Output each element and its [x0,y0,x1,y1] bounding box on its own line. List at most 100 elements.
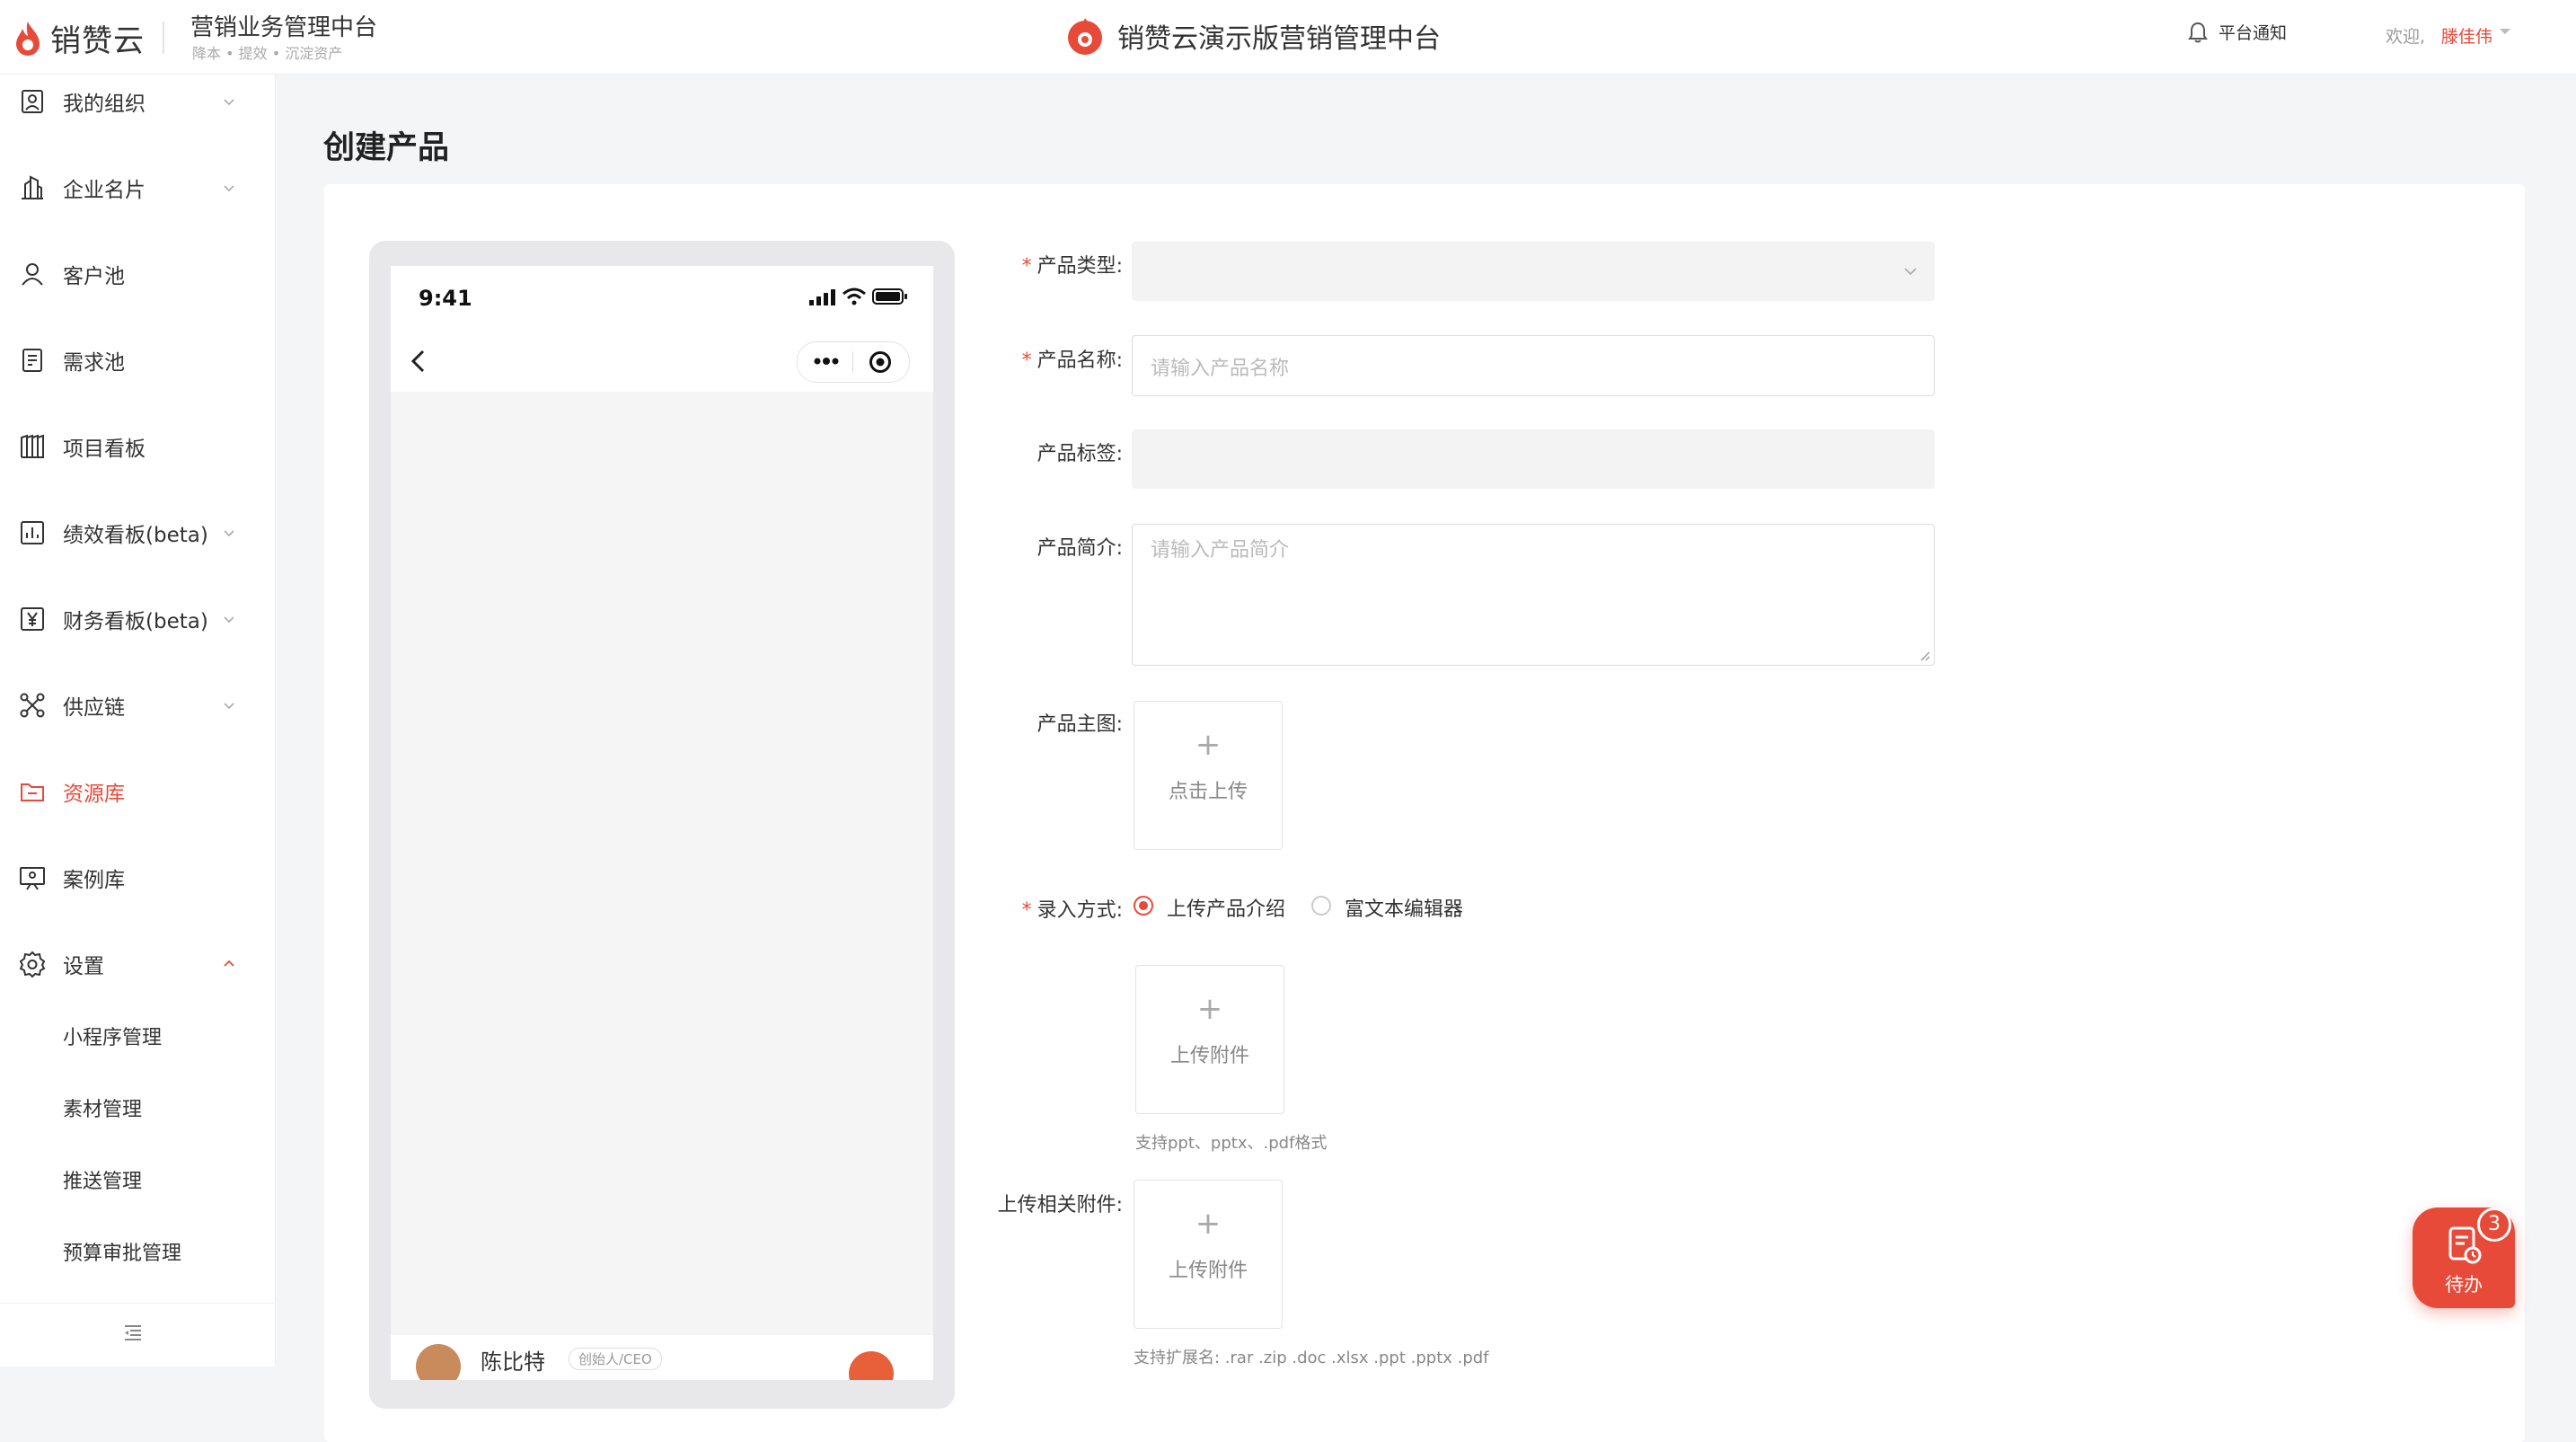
sidebar-item-label: 案例库 [63,869,125,892]
sidebar-item-resource-library[interactable]: 资源库 [0,765,275,818]
logo-flame-icon [16,21,40,56]
share-button[interactable] [849,1351,894,1380]
logo-text: 销赞云 [50,23,145,59]
sidebar-subitem-material[interactable]: 素材管理 [0,1083,275,1133]
entry-mode-label: * 录入方式: [853,894,1123,923]
phone-status-bar: 9:41 [391,266,933,329]
bar-chart-icon [21,521,44,544]
sidebar-subitem-budget-approval[interactable]: 预算审批管理 [0,1226,275,1277]
plus-icon: + [1195,727,1222,763]
board-icon [21,434,44,458]
yen-icon [21,607,44,631]
chevron-down-icon [224,616,234,624]
sidebar-item-performance-board[interactable]: 绩效看板(beta) [0,506,275,560]
sidebar-subitem-label: 推送管理 [63,1171,143,1193]
radio-upload-intro[interactable] [1134,896,1153,916]
radio-rich-text-label[interactable]: 富文本编辑器 [1345,893,1463,922]
intro-upload-hint: 支持ppt、pptx、.pdf格式 [1135,1134,1328,1153]
wifi-icon [842,288,866,305]
product-intro-label: 产品简介: [1037,537,1123,560]
phone-preview-screen: 9:41 陈比特 创始人/CEO [391,266,933,1380]
sidebar-item-label: 我的组织 [63,93,146,116]
sidebar-item-company-card[interactable]: 企业名片 [0,161,275,215]
intro-attachment-upload[interactable]: + 上传附件 [1135,965,1284,1114]
more-dots-icon[interactable] [814,357,839,366]
product-tags-input[interactable] [1132,429,1935,489]
sidebar-item-label: 设置 [63,955,104,978]
gear-icon [19,951,46,978]
product-intro-textarea[interactable]: 请输入产品简介 [1132,524,1935,666]
sidebar-subitem-label: 小程序管理 [63,1027,163,1049]
chevron-down-icon [224,185,234,192]
sidebar-item-my-org[interactable]: 我的组织 [0,75,275,128]
notification-button[interactable]: 平台通知 [2188,20,2287,44]
system-title: 营销业务管理中台 [190,14,378,41]
chevron-down-icon [224,530,234,537]
sidebar-item-settings[interactable]: 设置 [0,937,275,991]
header-divider [163,22,164,54]
sidebar-item-label: 资源库 [63,783,125,806]
caret-down-icon[interactable] [2499,27,2511,36]
author-role-tag: 创始人/CEO [569,1348,662,1370]
sidebar-item-case-library[interactable]: 案例库 [0,851,275,905]
product-type-select[interactable] [1132,242,1935,301]
radio-rich-text[interactable] [1311,896,1331,916]
phone-nav-bar [391,329,933,392]
document-icon [22,349,42,372]
label-text: 产品类型: [1037,255,1123,278]
phone-author-bar: 陈比特 创始人/CEO [391,1335,933,1380]
logo[interactable]: 销赞云 [13,16,145,60]
presentation-icon [20,867,45,890]
related-attachment-upload[interactable]: + 上传附件 [1134,1180,1283,1329]
label-text: 录入方式: [1037,899,1123,922]
network-icon [20,693,45,718]
product-intro-placeholder: 请输入产品简介 [1151,539,1290,562]
upload-label: 上传附件 [1169,1045,1249,1067]
required-mark: * [1021,899,1032,922]
page-title: 创建产品 [323,130,450,166]
plus-icon: + [1195,1206,1222,1242]
required-mark: * [1021,349,1032,372]
sidebar-item-label: 需求池 [63,351,125,375]
sidebar-item-label: 供应链 [63,696,125,720]
sidebar-item-label: 客户池 [63,265,125,288]
product-name-input[interactable]: 请输入产品名称 [1132,335,1935,396]
radio-upload-intro-label[interactable]: 上传产品介绍 [1167,893,1285,922]
system-subtitle: 降本 • 提效 • 沉淀资产 [192,45,343,62]
sidebar: 我的组织 企业名片 客户池 需求池 项目看板 绩效看板(beta) 财务看板(b… [0,75,276,1366]
todo-count-badge: 3 [2477,1208,2511,1242]
sidebar-subitem-label: 素材管理 [63,1099,143,1121]
collapse-menu-icon[interactable] [122,1322,144,1343]
main-image-upload[interactable]: + 点击上传 [1134,701,1283,850]
sidebar-subitem-label: 预算审批管理 [63,1243,182,1265]
chevron-down-icon [224,99,234,106]
sidebar-item-demand-pool[interactable]: 需求池 [0,333,275,387]
chevron-down-icon [224,703,234,710]
avatar [416,1344,461,1380]
sidebar-item-project-board[interactable]: 项目看板 [0,420,275,473]
sidebar-item-finance-board[interactable]: 财务看板(beta) [0,592,275,646]
product-type-label: * 产品类型: [853,250,1123,279]
sidebar-item-supply-chain[interactable]: 供应链 [0,678,275,732]
chevron-down-icon [1904,268,1917,276]
resize-handle-icon[interactable] [1918,649,1930,661]
battery-icon [872,288,907,305]
phone-time: 9:41 [419,286,472,311]
chevron-up-icon [224,960,234,967]
related-attachment-label: 上传相关附件: [997,1194,1123,1216]
sidebar-subitem-push[interactable]: 推送管理 [0,1154,275,1205]
todo-icon [2448,1226,2482,1264]
username-dropdown[interactable]: 滕佳伟 [2441,23,2492,48]
org-icon [22,90,43,113]
product-name-label: * 产品名称: [853,344,1123,373]
notification-label: 平台通知 [2219,23,2288,43]
welcome-label: 欢迎, [2386,27,2426,47]
center-brand: 销赞云演示版营销管理中台 [1065,16,1441,56]
building-icon [22,175,43,199]
sidebar-item-customer-pool[interactable]: 客户池 [0,247,275,301]
center-title: 销赞云演示版营销管理中台 [1117,23,1441,55]
back-arrow-icon[interactable] [409,349,428,374]
sidebar-subitem-miniprogram[interactable]: 小程序管理 [0,1011,275,1061]
top-header: 销赞云 营销业务管理中台 降本 • 提效 • 沉淀资产 销赞云演示版营销管理中台… [0,0,2576,75]
product-tags-label: 产品标签: [1037,443,1123,465]
